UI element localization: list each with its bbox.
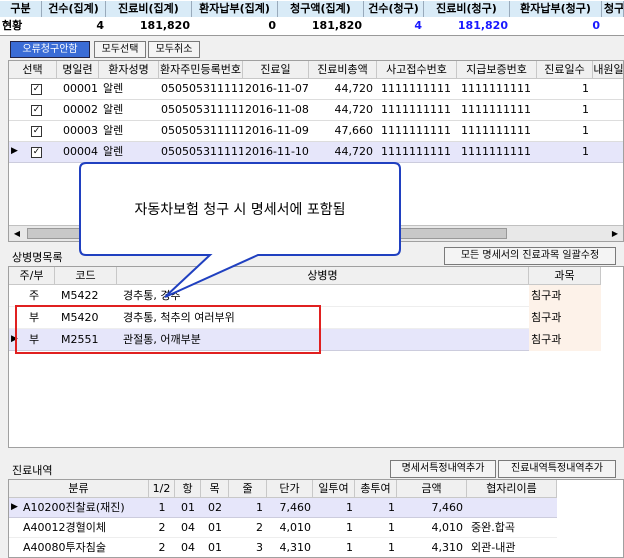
treat-header-total[interactable]: 총투여 (355, 480, 397, 498)
treat-header-half[interactable]: 1/2 (149, 480, 175, 498)
treat-amount: 4,310 (431, 541, 464, 554)
treat-header-class[interactable]: 분류 (9, 480, 149, 498)
table-row[interactable]: A40080투자침술 2 04 01 3 4,310 1 1 4,310 외관-… (9, 538, 557, 557)
treat-line: 3 (256, 541, 263, 554)
table-row-selected[interactable]: ▶ A10200진찰료(재진) 1 01 02 1 7,460 1 1 7,46… (9, 498, 557, 518)
treat-header-amount[interactable]: 금액 (397, 480, 467, 498)
treat-header-price[interactable]: 단가 (267, 480, 313, 498)
treat-point: 중완.합곡 (471, 521, 515, 534)
treat-mok: 01 (208, 521, 222, 534)
treat-class: A10200진찰료(재진) (23, 501, 125, 514)
treat-item: 01 (181, 501, 195, 514)
treat-mok: 01 (208, 541, 222, 554)
treat-line: 1 (256, 501, 263, 514)
treat-amount: 7,460 (431, 501, 464, 514)
treat-header-line[interactable]: 줄 (229, 480, 267, 498)
treat-class: A40080투자침술 (23, 541, 106, 554)
treat-total: 1 (388, 521, 395, 534)
treat-price: 4,010 (279, 521, 312, 534)
add-statement-item-button[interactable]: 명세서특정내역추가 (390, 460, 496, 478)
treat-price: 7,460 (279, 501, 312, 514)
treatment-grid: 분류 1/2 항 목 줄 단가 일투여 총투여 금액 협자리이름 ▶ A1020… (8, 479, 624, 558)
treat-item: 04 (181, 541, 195, 554)
treat-class: A40012경혈이체 (23, 521, 106, 534)
treat-header-daily[interactable]: 일투여 (313, 480, 355, 498)
treat-total: 1 (388, 501, 395, 514)
treat-half: 2 (158, 541, 166, 554)
treat-header-point[interactable]: 협자리이름 (467, 480, 557, 498)
treat-header-mok[interactable]: 목 (201, 480, 229, 498)
add-treatment-item-button[interactable]: 진료내역특정내역추가 (498, 460, 616, 478)
treat-point: 외관-내관 (471, 541, 516, 554)
treat-half: 1 (158, 501, 166, 514)
treat-daily: 1 (346, 501, 353, 514)
treat-line: 2 (256, 521, 263, 534)
row-indicator-icon: ▶ (11, 502, 18, 512)
treat-total: 1 (388, 541, 395, 554)
treat-item: 04 (181, 521, 195, 534)
callout-text: 자동차보험 청구 시 명세서에 포함됨 (134, 202, 346, 218)
treat-amount: 4,010 (431, 521, 464, 534)
treat-half: 2 (158, 521, 166, 534)
treat-header-item[interactable]: 항 (175, 480, 201, 498)
table-row[interactable]: A40012경혈이체 2 04 01 2 4,010 1 1 4,010 중완.… (9, 518, 557, 538)
treat-mok: 02 (208, 501, 222, 514)
treat-daily: 1 (346, 541, 353, 554)
treat-price: 4,310 (279, 541, 312, 554)
treatment-title: 진료내역 (12, 464, 53, 477)
treat-daily: 1 (346, 521, 353, 534)
